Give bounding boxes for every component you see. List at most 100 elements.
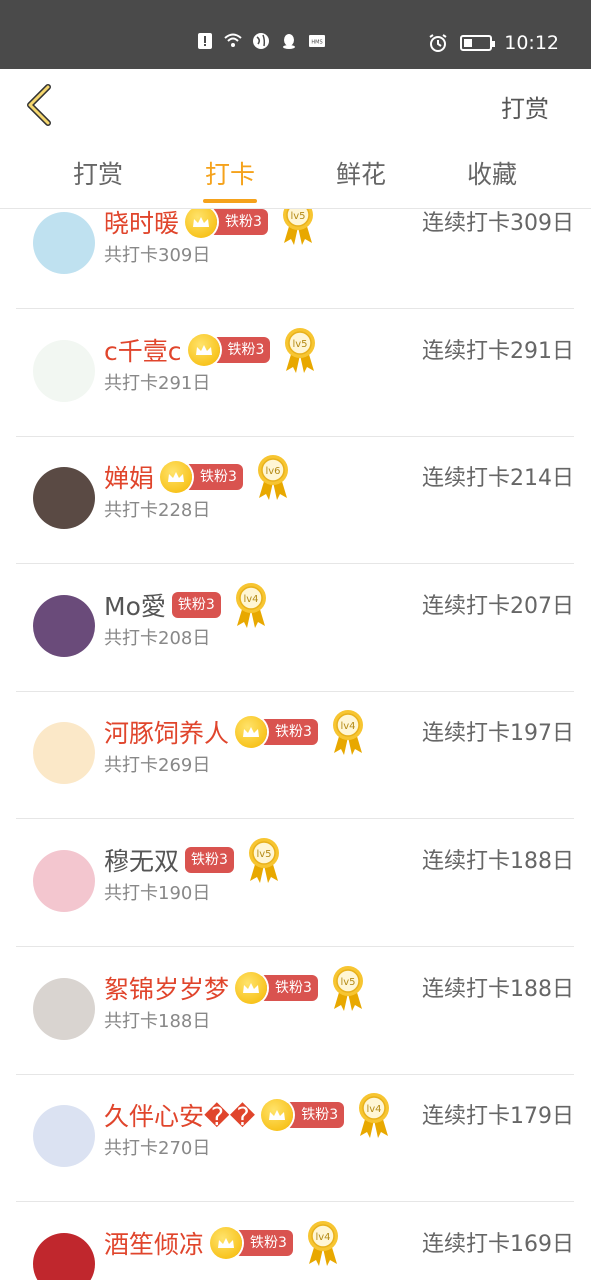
avatar[interactable] — [33, 1105, 95, 1168]
streak-checkins: 连续打卡179日 — [422, 1104, 574, 1130]
level-label: lv6 — [265, 466, 280, 477]
level-label: lv4 — [340, 721, 355, 732]
total-checkins: 共打卡270日 — [104, 1138, 211, 1160]
streak-checkins: 连续打卡188日 — [422, 849, 574, 874]
total-checkins: 共打卡228日 — [104, 500, 211, 522]
level-medal-icon: lv5 — [332, 965, 363, 1011]
total-checkins: 共打卡188日 — [104, 1010, 211, 1032]
checkin-list[interactable]: 晓时暖 铁粉3 lv5 共打卡309日 连续打卡309日 c千壹c 铁粉3 lv… — [0, 209, 591, 1280]
reward-action[interactable]: 打赏 — [501, 89, 549, 124]
level-medal-icon: lv6 — [257, 455, 288, 501]
level-medal-icon: lv4 — [359, 1093, 390, 1139]
avatar[interactable] — [33, 212, 95, 274]
list-item[interactable]: 婵娟 铁粉3 lv6 共打卡228日 连续打卡214日 — [16, 436, 574, 565]
tab-favorites[interactable]: 收藏 — [452, 155, 532, 191]
level-label: lv5 — [340, 977, 355, 988]
crown-icon — [210, 1226, 243, 1259]
back-arrow-icon[interactable] — [22, 83, 58, 127]
fan-badge: 铁粉3 — [184, 464, 243, 491]
hms-icon: HMS — [309, 35, 325, 47]
name-line: c千壹c 铁粉3 lv5 — [104, 327, 318, 373]
total-checkins: 共打卡208日 — [104, 627, 211, 649]
fan-badge: 铁粉3 — [211, 336, 271, 363]
level-medal-icon: lv4 — [307, 1220, 338, 1266]
qq-icon — [283, 34, 295, 49]
streak-checkins: 连续打卡207日 — [422, 593, 574, 619]
header: 打赏 打赏 打卡 鲜花 收藏 — [0, 69, 591, 209]
total-checkins: 共打卡269日 — [104, 755, 211, 777]
tab-bar: 打赏 打卡 鲜花 收藏 — [0, 155, 591, 203]
sim-alert-icon — [198, 33, 212, 49]
user-name[interactable]: 酒笙倾凉 — [104, 1225, 204, 1261]
streak-checkins: 连续打卡291日 — [422, 338, 574, 364]
user-name[interactable]: 婵娟 — [104, 459, 154, 495]
user-name[interactable]: 絮锦岁岁梦 — [104, 970, 229, 1006]
name-line: 晓时暖 铁粉3 lv5 — [104, 209, 316, 245]
level-medal-icon: lv4 — [235, 582, 266, 628]
fan-badge: 铁粉3 — [171, 591, 221, 618]
level-medal-icon: lv5 — [285, 327, 316, 373]
tab-reward[interactable]: 打赏 — [58, 155, 138, 191]
list-item[interactable]: 酒笙倾凉 铁粉3 lv4 连续打卡169日 — [16, 1202, 574, 1280]
alarm-icon — [429, 34, 447, 52]
user-name[interactable]: 晓时暖 — [104, 209, 179, 240]
tab-flowers[interactable]: 鲜花 — [321, 155, 401, 191]
fan-badge: 铁粉3 — [185, 847, 234, 873]
level-medal-icon: lv5 — [282, 209, 313, 245]
name-line: 絮锦岁岁梦 铁粉3 lv5 — [104, 965, 366, 1011]
level-label: lv5 — [290, 211, 305, 222]
crown-icon — [160, 461, 193, 494]
streak-checkins: 连续打卡169日 — [422, 1231, 574, 1257]
crown-icon — [235, 971, 268, 1004]
user-name[interactable]: c千壹c — [104, 332, 182, 368]
avatar[interactable] — [33, 722, 95, 785]
avatar[interactable] — [33, 594, 95, 657]
streak-checkins: 连续打卡309日 — [422, 211, 574, 236]
level-label: lv5 — [256, 849, 271, 860]
list-item[interactable]: 河豚饲养人 铁粉3 lv4 共打卡269日 连续打卡197日 — [16, 691, 574, 820]
list-item[interactable]: 晓时暖 铁粉3 lv5 共打卡309日 连续打卡309日 — [16, 209, 574, 309]
name-line: Mo愛 铁粉3 lv4 — [104, 582, 269, 628]
svg-text:HMS: HMS — [311, 40, 322, 46]
user-name[interactable]: 穆无双 — [104, 842, 179, 878]
avatar[interactable] — [33, 339, 95, 402]
wifi-icon — [224, 33, 242, 47]
user-name[interactable]: Mo愛 — [104, 587, 166, 623]
total-checkins: 共打卡309日 — [104, 245, 211, 266]
avatar[interactable] — [33, 850, 95, 912]
status-right: 10:12 — [428, 32, 559, 54]
level-label: lv5 — [293, 339, 308, 350]
name-line: 河豚饲养人 铁粉3 lv4 — [104, 710, 366, 756]
avatar[interactable] — [33, 1232, 95, 1280]
status-icons: HMS — [196, 32, 326, 50]
list-item[interactable]: 穆无双 铁粉3 lv5 共打卡190日 连续打卡188日 — [16, 819, 574, 947]
fan-badge: 铁粉3 — [285, 1102, 345, 1129]
list-item[interactable]: 絮锦岁岁梦 铁粉3 lv5 共打卡188日 连续打卡188日 — [16, 947, 574, 1075]
level-medal-icon: lv5 — [248, 838, 279, 883]
user-name[interactable]: 河豚饲养人 — [104, 714, 229, 750]
tab-checkin[interactable]: 打卡 — [190, 155, 270, 191]
fan-badge: 铁粉3 — [234, 1229, 293, 1256]
streak-checkins: 连续打卡188日 — [422, 976, 574, 1002]
fan-badge: 铁粉3 — [259, 974, 318, 1001]
list-item[interactable]: c千壹c 铁粉3 lv5 共打卡291日 连续打卡291日 — [16, 309, 574, 437]
streak-checkins: 连续打卡197日 — [422, 721, 574, 747]
fan-badge: 铁粉3 — [259, 719, 318, 746]
list-item[interactable]: 久伴心安�� 铁粉3 lv4 共打卡270日 连续打卡179日 — [16, 1074, 574, 1203]
avatar[interactable] — [33, 977, 95, 1040]
user-name[interactable]: 久伴心安�� — [104, 1097, 255, 1133]
level-label: lv4 — [243, 594, 258, 605]
crown-icon — [187, 333, 220, 366]
list-item[interactable]: Mo愛 铁粉3 lv4 共打卡208日 连续打卡207日 — [16, 564, 574, 692]
level-label: lv4 — [315, 1232, 330, 1243]
status-time: 10:12 — [504, 32, 559, 54]
level-label: lv4 — [367, 1104, 382, 1115]
name-line: 穆无双 铁粉3 lv5 — [104, 838, 282, 883]
globe-icon — [253, 33, 269, 49]
active-tab-indicator — [203, 199, 257, 203]
fan-badge: 铁粉3 — [209, 209, 268, 235]
avatar[interactable] — [33, 467, 95, 530]
level-medal-icon: lv4 — [332, 710, 363, 756]
status-bar: HMS 10:12 — [0, 0, 591, 69]
battery-icon — [460, 35, 496, 51]
